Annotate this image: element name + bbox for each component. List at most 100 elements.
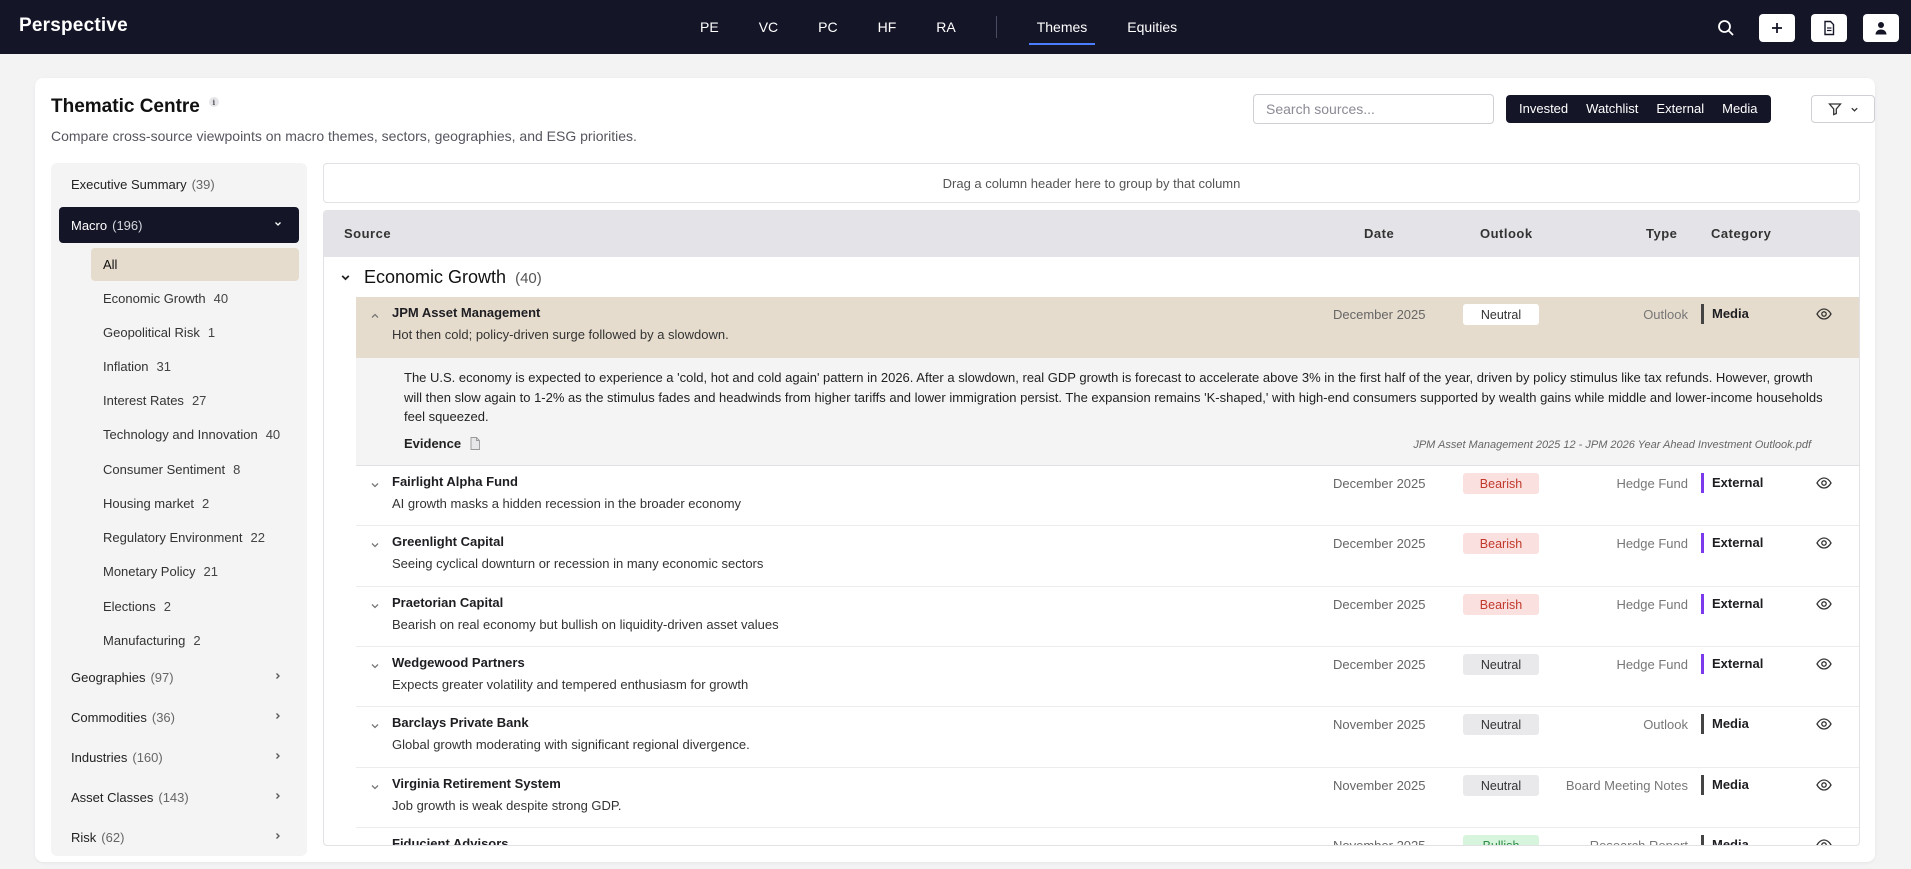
subtheme-count: 2 — [202, 496, 210, 511]
chevron-down-icon[interactable] — [370, 782, 380, 792]
nav-equities[interactable]: Equities — [1107, 0, 1197, 54]
search-sources-input[interactable] — [1253, 94, 1494, 124]
group-by-dropzone[interactable]: Drag a column header here to group by th… — [323, 163, 1860, 203]
sidebar-item-label: Executive Summary — [71, 177, 187, 192]
main-nav: PE VC PC HF RA Themes Equities — [680, 0, 1197, 54]
nav-pe[interactable]: PE — [680, 0, 739, 54]
subtheme-count: 40 — [265, 427, 281, 442]
row-date: December 2025 — [1333, 476, 1426, 491]
segment-external[interactable]: External — [1647, 95, 1713, 123]
sidebar-item-geographies[interactable]: Geographies (97) — [59, 659, 299, 696]
row-detail-panel: The U.S. economy is expected to experien… — [356, 358, 1859, 466]
subtheme-elections[interactable]: Elections 2 — [91, 590, 299, 623]
table-row[interactable]: Barclays Private Bank Global growth mode… — [356, 707, 1859, 768]
sidebar-item-risk[interactable]: Risk (62) — [59, 819, 299, 856]
subtheme-all[interactable]: All — [91, 248, 299, 281]
filter-button[interactable] — [1811, 95, 1875, 123]
nav-themes[interactable]: Themes — [1017, 0, 1108, 54]
table-row[interactable]: Fiducient Advisors November 2025 Bullish… — [356, 828, 1859, 846]
table-row[interactable]: Greenlight Capital Seeing cyclical downt… — [356, 526, 1859, 587]
document-icon[interactable] — [1811, 14, 1847, 42]
row-source: Barclays Private Bank — [392, 715, 529, 730]
row-type: Outlook — [1643, 717, 1688, 732]
sidebar-item-executive-summary[interactable]: Executive Summary (39) — [59, 166, 299, 203]
eye-icon[interactable] — [1816, 777, 1832, 793]
subtheme-geopolitical-risk[interactable]: Geopolitical Risk 1 — [91, 316, 299, 349]
evidence-label[interactable]: Evidence — [404, 436, 481, 451]
outlook-badge: Bearish — [1463, 594, 1539, 615]
eye-icon[interactable] — [1816, 716, 1832, 732]
sources-grid: Source Date Outlook Type Category Econom… — [323, 210, 1860, 846]
row-date: November 2025 — [1333, 778, 1426, 793]
row-category: Media — [1701, 304, 1749, 324]
nav-ra[interactable]: RA — [916, 0, 975, 54]
column-header-type[interactable]: Type — [1646, 226, 1677, 241]
chevron-down-icon[interactable] — [370, 480, 380, 490]
subtheme-regulatory-environment[interactable]: Regulatory Environment 22 — [91, 521, 299, 554]
sidebar-item-count: (97) — [150, 670, 174, 685]
sidebar-item-industries[interactable]: Industries (160) — [59, 739, 299, 776]
outlook-badge: Bearish — [1463, 473, 1539, 494]
chevron-down-icon[interactable] — [370, 842, 380, 846]
subtheme-count: 1 — [207, 325, 216, 340]
eye-icon[interactable] — [1816, 656, 1832, 672]
chevron-up-icon[interactable] — [370, 311, 380, 321]
chevron-down-icon[interactable] — [370, 601, 380, 611]
nav-hf[interactable]: HF — [858, 0, 917, 54]
row-source: Virginia Retirement System — [392, 776, 561, 791]
column-header-category[interactable]: Category — [1711, 226, 1771, 241]
eye-icon[interactable] — [1816, 475, 1832, 491]
chevron-down-icon — [341, 275, 350, 281]
row-description: Expects greater volatility and tempered … — [392, 677, 749, 692]
row-date: November 2025 — [1333, 838, 1426, 846]
add-icon[interactable] — [1759, 14, 1795, 42]
nav-vc[interactable]: VC — [739, 0, 798, 54]
eye-icon[interactable] — [1816, 306, 1832, 322]
eye-icon[interactable] — [1816, 596, 1832, 612]
subtheme-inflation[interactable]: Inflation 31 — [91, 350, 299, 383]
segment-watchlist[interactable]: Watchlist — [1577, 95, 1647, 123]
search-icon[interactable] — [1709, 11, 1743, 45]
column-header-source[interactable]: Source — [344, 226, 391, 241]
sidebar-item-asset-classes[interactable]: Asset Classes (143) — [59, 779, 299, 816]
table-row[interactable]: Fairlight Alpha Fund AI growth masks a h… — [356, 466, 1859, 526]
subtheme-economic-growth[interactable]: Economic Growth 40 — [91, 282, 299, 315]
subtheme-consumer-sentiment[interactable]: Consumer Sentiment 8 — [91, 453, 299, 486]
chevron-down-icon[interactable] — [370, 661, 380, 671]
subtheme-technology-innovation[interactable]: Technology and Innovation 40 — [91, 418, 299, 451]
subtheme-monetary-policy[interactable]: Monetary Policy 21 — [91, 555, 299, 588]
chevron-down-icon[interactable] — [370, 540, 380, 550]
column-header-date[interactable]: Date — [1364, 226, 1394, 241]
detail-summary: The U.S. economy is expected to experien… — [404, 370, 1823, 424]
sidebar-item-macro[interactable]: Macro (196) — [59, 207, 299, 243]
brand-logo[interactable]: Perspective — [19, 15, 128, 37]
segment-media[interactable]: Media — [1713, 95, 1766, 123]
row-type: Outlook — [1643, 307, 1688, 322]
info-icon[interactable]: i — [208, 97, 219, 107]
column-header-outlook[interactable]: Outlook — [1480, 226, 1533, 241]
nav-pc[interactable]: PC — [798, 0, 857, 54]
user-icon[interactable] — [1863, 14, 1899, 42]
evidence-file[interactable]: JPM Asset Management 2025 12 - JPM 2026 … — [1413, 439, 1811, 451]
group-header-economic-growth[interactable]: Economic Growth (40) — [324, 257, 1859, 297]
subtheme-label: Housing market — [103, 496, 195, 511]
outlook-badge: Neutral — [1463, 304, 1539, 325]
subtheme-manufacturing[interactable]: Manufacturing 2 — [91, 624, 299, 657]
chevron-right-icon — [276, 673, 280, 679]
table-row[interactable]: Praetorian Capital Bearish on real econo… — [356, 587, 1859, 647]
sidebar-item-commodities[interactable]: Commodities (36) — [59, 699, 299, 736]
sidebar-item-label: Geographies — [71, 670, 146, 685]
chevron-down-icon[interactable] — [370, 721, 380, 731]
eye-icon[interactable] — [1816, 837, 1832, 846]
chevron-right-icon — [276, 793, 280, 799]
theme-sidebar: Executive Summary (39) Macro (196) All E… — [51, 163, 307, 856]
table-row[interactable]: Wedgewood Partners Expects greater volat… — [356, 647, 1859, 707]
eye-icon[interactable] — [1816, 535, 1832, 551]
table-row[interactable]: Virginia Retirement System Job growth is… — [356, 768, 1859, 828]
subtheme-interest-rates[interactable]: Interest Rates 27 — [91, 384, 299, 417]
table-row[interactable]: JPM Asset Management Hot then cold; poli… — [356, 297, 1859, 358]
segment-invested[interactable]: Invested — [1510, 95, 1577, 123]
thematic-card: Thematic Centre i Compare cross-source v… — [35, 78, 1875, 862]
subtheme-count: 8 — [233, 462, 241, 477]
subtheme-housing-market[interactable]: Housing market 2 — [91, 487, 299, 520]
